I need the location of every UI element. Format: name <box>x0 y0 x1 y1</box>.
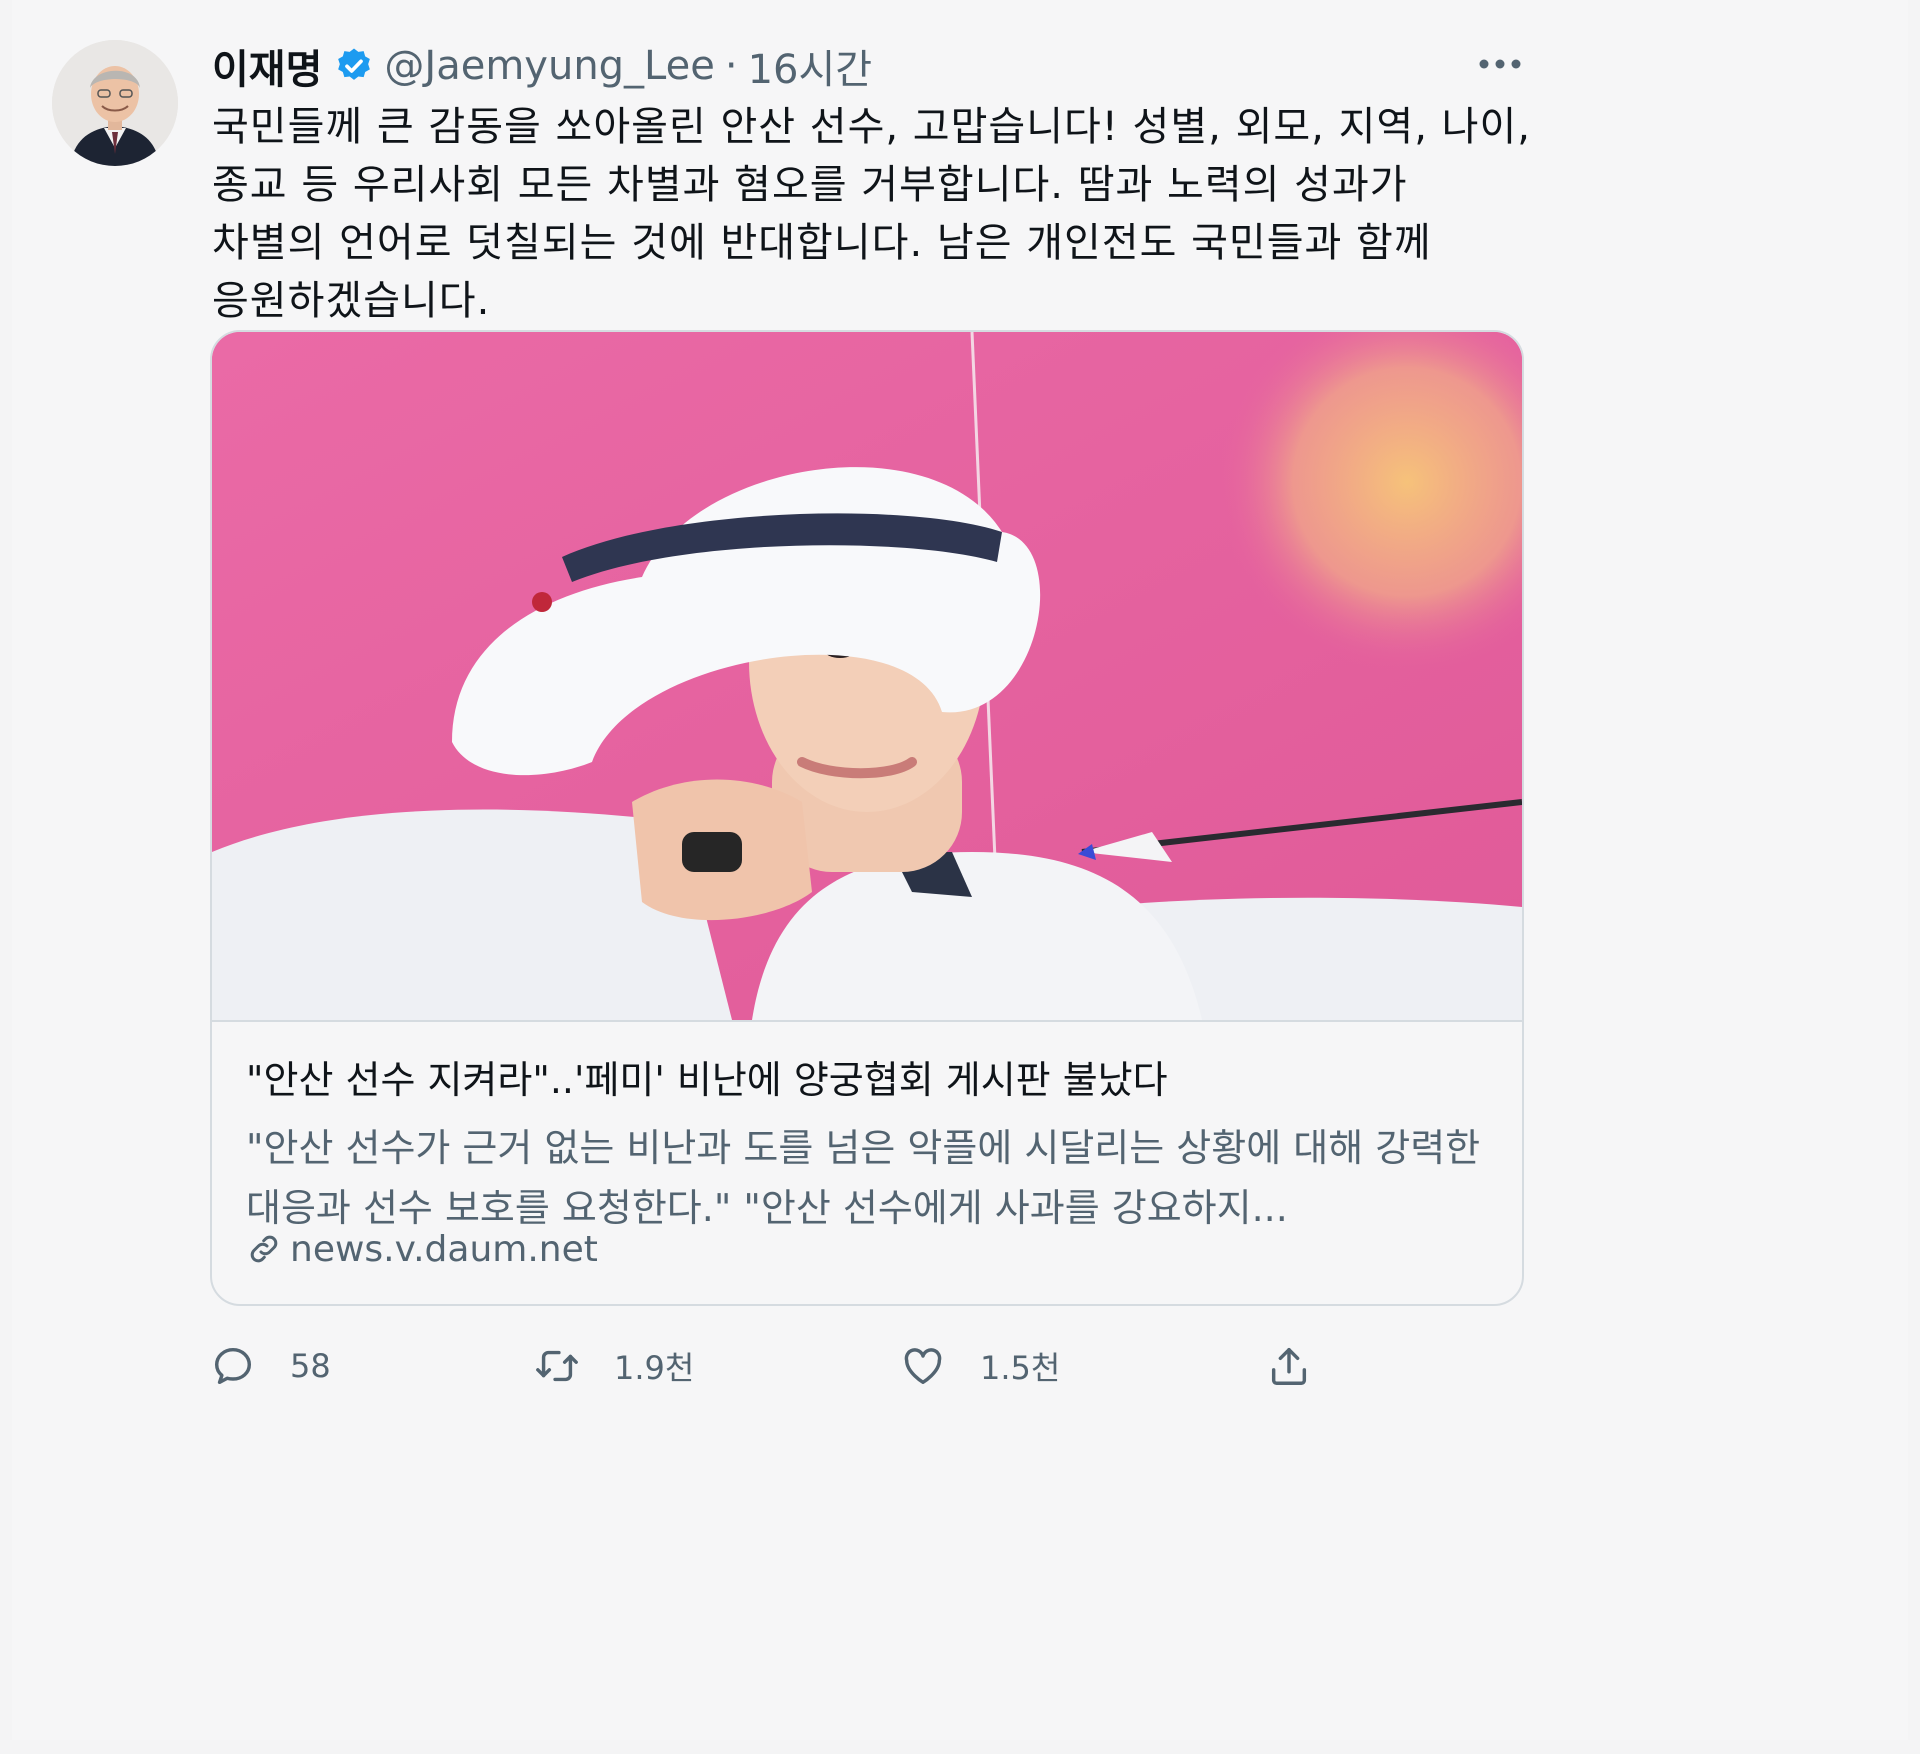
reply-icon <box>214 1347 252 1385</box>
card-domain-text: news.v.daum.net <box>290 1228 598 1270</box>
like-count: 1.5천 <box>980 1349 1061 1387</box>
more-options-icon[interactable] <box>1470 44 1530 84</box>
user-handle[interactable]: @Jaemyung_Lee <box>384 43 714 89</box>
retweet-icon <box>536 1350 578 1382</box>
retweet-button[interactable]: 1.9천 <box>534 1336 694 1396</box>
retweet-count: 1.9천 <box>614 1349 695 1387</box>
tweet-header: 이재명 @Jaemyung_Lee · 16시간 <box>212 38 872 94</box>
reply-count: 58 <box>290 1347 331 1385</box>
tweet-text: 국민들께 큰 감동을 쏘아올린 안산 선수, 고맙습니다! 성별, 외모, 지역… <box>212 104 1531 324</box>
share-button[interactable] <box>1266 1336 1312 1396</box>
tweet-actions: 58 1.9천 1.5천 <box>210 1336 1530 1396</box>
tweet[interactable]: 이재명 @Jaemyung_Lee · 16시간 국민들께 큰 감동을 쏘아올린… <box>12 0 1908 1740</box>
link-icon <box>250 1235 278 1263</box>
reply-button[interactable]: 58 <box>210 1336 331 1396</box>
display-name[interactable]: 이재명 <box>212 37 322 95</box>
card-description[interactable]: "안산 선수가 근거 없는 비난과 도를 넘은 악플에 시달리는 상황에 대해 … <box>246 1118 1496 1238</box>
card-divider <box>212 1020 1522 1022</box>
link-card[interactable]: "안산 선수 지켜라"..'페미' 비난에 양궁협회 게시판 불났다 "안산 선… <box>210 330 1524 1306</box>
share-icon <box>1271 1347 1307 1385</box>
card-domain[interactable]: news.v.daum.net <box>246 1224 598 1274</box>
heart-icon <box>904 1348 942 1385</box>
header-separator: · <box>724 43 738 89</box>
card-image[interactable] <box>212 332 1522 1021</box>
card-title[interactable]: "안산 선수 지켜라"..'페미' 비난에 양궁협회 게시판 불났다 <box>246 1054 1496 1106</box>
verified-badge-icon <box>338 48 371 80</box>
avatar[interactable] <box>52 40 178 166</box>
like-button[interactable]: 1.5천 <box>900 1336 1060 1396</box>
tweet-timestamp[interactable]: 16시간 <box>748 37 873 95</box>
